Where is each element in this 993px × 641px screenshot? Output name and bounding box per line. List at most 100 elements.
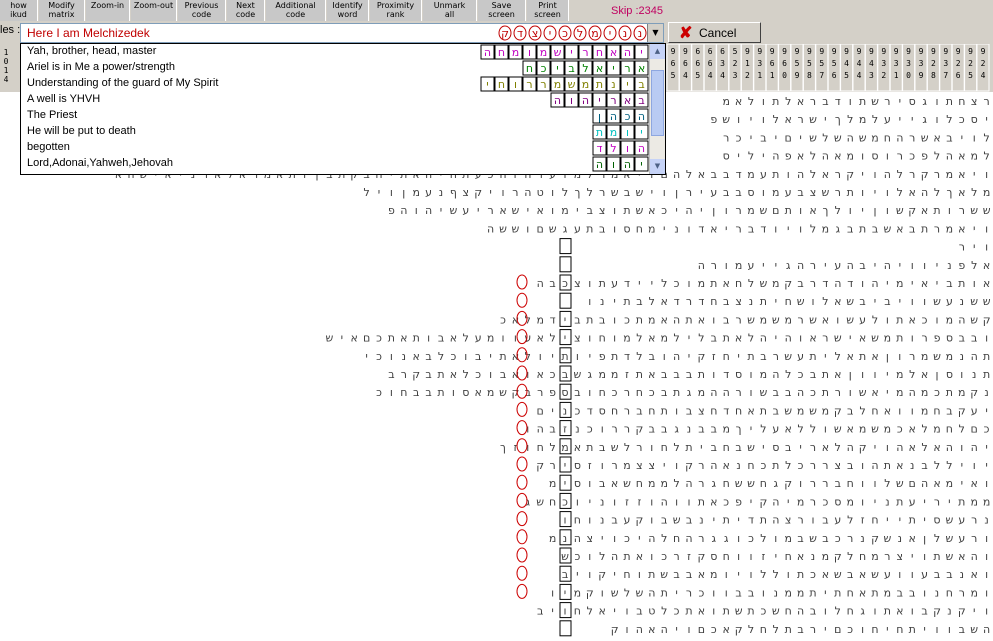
matrix-letter: מ: [896, 277, 903, 290]
matrix-letter: ה: [596, 158, 603, 171]
matrix-letter: ר: [884, 95, 890, 108]
matrix-letter: ל: [810, 168, 816, 181]
matrix-letter: ר: [673, 550, 679, 563]
column-digit: 1: [4, 48, 9, 57]
unmark-all-button[interactable]: Unmark all: [423, 0, 477, 21]
matrix-letter: ו: [861, 459, 864, 472]
matrix-letter: ב: [525, 386, 531, 399]
matrix-letter: ח: [636, 386, 643, 399]
matrix-letter: ח: [498, 78, 505, 91]
additional-code-button[interactable]: Additional code: [266, 0, 326, 21]
matrix-letter: מ: [797, 404, 804, 417]
proximity-rank-button[interactable]: Proximity rank: [370, 0, 422, 21]
matrix-letter: ת: [871, 586, 878, 599]
matrix-letter: ד: [736, 168, 742, 181]
matrix-letter: ו: [551, 204, 554, 217]
chevron-down-icon[interactable]: ▼: [647, 24, 663, 42]
matrix-letter: ם: [698, 623, 705, 636]
matrix-letter: ב: [723, 186, 729, 199]
matrix-letter: מ: [970, 495, 977, 508]
matrix-letter: ו: [861, 150, 864, 163]
matrix-letter: ה: [847, 441, 854, 454]
cancel-button[interactable]: ✘ Cancel: [668, 22, 761, 43]
identify-word-button[interactable]: Identify word: [327, 0, 369, 21]
matrix-letter: ש: [735, 477, 743, 490]
matrix-letter: א: [735, 95, 742, 108]
matrix-letter: י: [750, 113, 752, 126]
column-digit: 9: [757, 47, 762, 56]
code-dropdown-list[interactable]: Yah, brother, head, master Ariel is in M…: [20, 43, 666, 175]
matrix-letter: ל: [463, 368, 469, 381]
matrix-letter: א: [537, 332, 544, 345]
matrix-letter: ב: [971, 332, 977, 345]
print-screen-button[interactable]: Print screen: [527, 0, 569, 21]
matrix-letter: כ: [810, 386, 816, 399]
matrix-letter: ל: [835, 350, 841, 363]
previous-code-button[interactable]: Previous code: [178, 0, 226, 21]
matrix-letter: ש: [871, 568, 879, 581]
matrix-letter: ה: [946, 150, 953, 163]
matrix-letter: ו: [675, 495, 678, 508]
matrix-letter: י: [985, 113, 987, 126]
matrix-letter: א: [834, 368, 841, 381]
matrix-letter: ל: [872, 113, 878, 126]
matrix-letter: נ: [947, 605, 951, 618]
matrix-letter: ו: [576, 350, 579, 363]
next-code-button[interactable]: Next code: [227, 0, 265, 21]
matrix-letter: ר: [822, 477, 828, 490]
matrix-letter: ר: [810, 477, 816, 490]
code-marker-box: [559, 292, 572, 309]
matrix-letter: ו: [588, 295, 591, 308]
scroll-up-icon[interactable]: ▲: [650, 44, 665, 59]
close-icon: ✘: [679, 25, 693, 42]
matrix-letter: ל: [983, 150, 989, 163]
matrix-letter: ר: [611, 459, 617, 472]
matrix-letter: ו: [725, 204, 728, 217]
matrix-letter: ו: [936, 113, 939, 126]
matrix-letter: ה: [582, 94, 589, 107]
matrix-letter: ל: [934, 150, 940, 163]
scroll-down-icon[interactable]: ▼: [650, 159, 665, 174]
save-screen-button[interactable]: Save screen: [478, 0, 526, 21]
matrix-letter: ל: [959, 423, 965, 436]
matrix-letter: ר: [959, 586, 965, 599]
matrix-letter: ל: [934, 532, 940, 545]
matrix-letter: ש: [512, 222, 520, 235]
matrix-letter: י: [762, 441, 764, 454]
scroll-thumb[interactable]: [651, 70, 664, 136]
matrix-letter: י: [911, 113, 913, 126]
show-nikud-button[interactable]: how ikud: [0, 0, 38, 21]
matrix-letter: א: [723, 459, 730, 472]
matrix-letter: ת: [747, 350, 754, 363]
matrix-letter: ש: [568, 78, 576, 91]
matrix-letter: י: [750, 131, 752, 144]
modify-matrix-button[interactable]: Modify matrix: [39, 0, 85, 21]
matrix-letter: ה: [946, 441, 953, 454]
matrix-letter: ח: [871, 623, 878, 636]
matrix-letter: ת: [723, 514, 730, 527]
matrix-letter: ו: [886, 186, 889, 199]
matrix-letter: ת: [983, 368, 990, 381]
matrix-letter: ו: [712, 586, 715, 599]
matrix-letter: י: [341, 332, 343, 345]
matrix-letter: י: [787, 222, 789, 235]
matrix-letter: ח: [735, 277, 742, 290]
matrix-letter: ת: [946, 95, 953, 108]
matrix-letter: ז: [637, 495, 641, 508]
dropdown-scrollbar[interactable]: ▲ ▼: [649, 44, 665, 174]
matrix-letter: מ: [846, 495, 853, 508]
code-combobox[interactable]: Here I am Melchizedek הננימלכיצדק ▼: [20, 23, 664, 43]
column-digit: 9: [906, 47, 911, 56]
zoom-out-button[interactable]: Zoom-out: [131, 0, 177, 21]
matrix-letter: א: [859, 568, 866, 581]
matrix-letter: ר: [624, 423, 630, 436]
matrix-letter: מ: [698, 386, 705, 399]
matrix-letter: ת: [859, 350, 866, 363]
matrix-letter: י: [886, 386, 888, 399]
column-digit: 3: [733, 71, 738, 80]
matrix-letter: ל: [859, 404, 865, 417]
zoom-in-button[interactable]: Zoom-in: [86, 0, 130, 21]
matrix-letter: א: [983, 259, 990, 272]
matrix-letter: מ: [648, 313, 655, 326]
matrix-letter: ם: [785, 131, 792, 144]
